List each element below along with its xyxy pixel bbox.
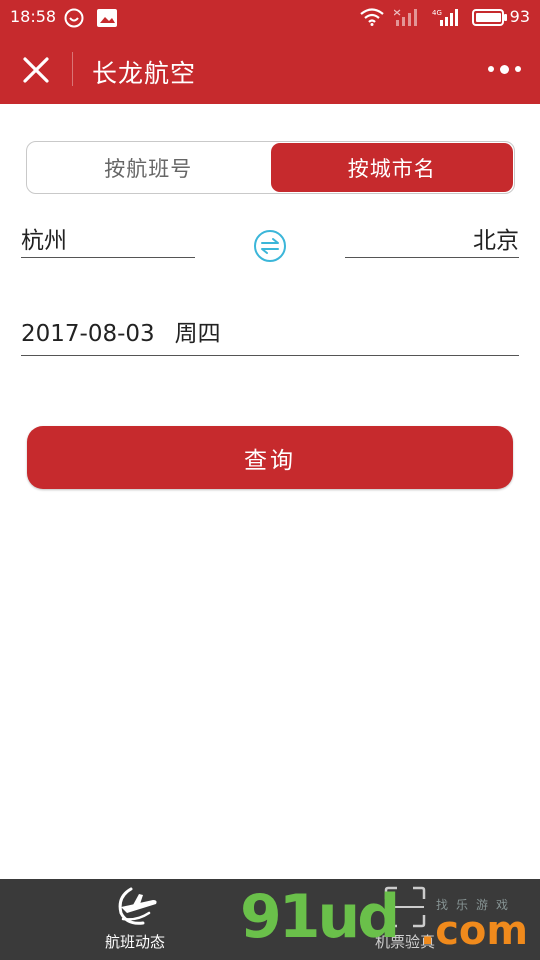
date-weekday: 周四 [174,321,221,347]
app-header: 长龙航空 [0,34,540,104]
gallery-notification-icon [96,8,118,32]
arrival-city-field[interactable]: 北京 [345,224,519,258]
whatsapp-icon [64,8,84,32]
wifi-icon [360,8,384,30]
swap-cities-button[interactable] [253,229,287,263]
tab-by-flight-number[interactable]: 按航班号 [27,142,270,193]
signal-icon [393,8,422,30]
nav-ticket-verify-label: 机票验真 [374,933,435,951]
airplane-icon [109,885,161,933]
close-icon [23,57,49,83]
bottom-nav: 航班动态 机票验真 [0,879,540,960]
search-mode-toggle: 按航班号 按城市名 [26,141,515,194]
close-button[interactable] [14,48,58,92]
more-dot-right [514,66,521,72]
scan-frame-icon [383,885,427,933]
page-title: 长龙航空 [92,59,197,88]
tab-by-city-name[interactable]: 按城市名 [270,143,513,192]
date-value: 2017-08-03 [21,321,155,347]
departure-city-field[interactable]: 杭州 [21,224,195,258]
signal-4g-icon: 4G [432,8,462,30]
more-dot-center [499,64,509,74]
query-button[interactable]: 查询 [27,426,513,489]
status-bar: 18:58 4G 93 [0,0,540,34]
swap-arrows-icon [254,230,286,262]
nav-flight-status-label: 航班动态 [104,933,165,951]
more-dots-icon [487,66,494,72]
battery-icon [472,9,508,30]
date-field[interactable]: 2017-08-03 周四 [21,316,519,356]
network-type-label: 4G [432,9,442,17]
status-time: 18:58 [10,7,57,26]
header-divider [72,52,73,86]
nav-ticket-verify[interactable]: 机票验真 [335,879,475,960]
nav-flight-status[interactable]: 航班动态 [65,879,205,960]
more-button[interactable] [482,52,526,86]
battery-percent: 93 [509,7,530,26]
